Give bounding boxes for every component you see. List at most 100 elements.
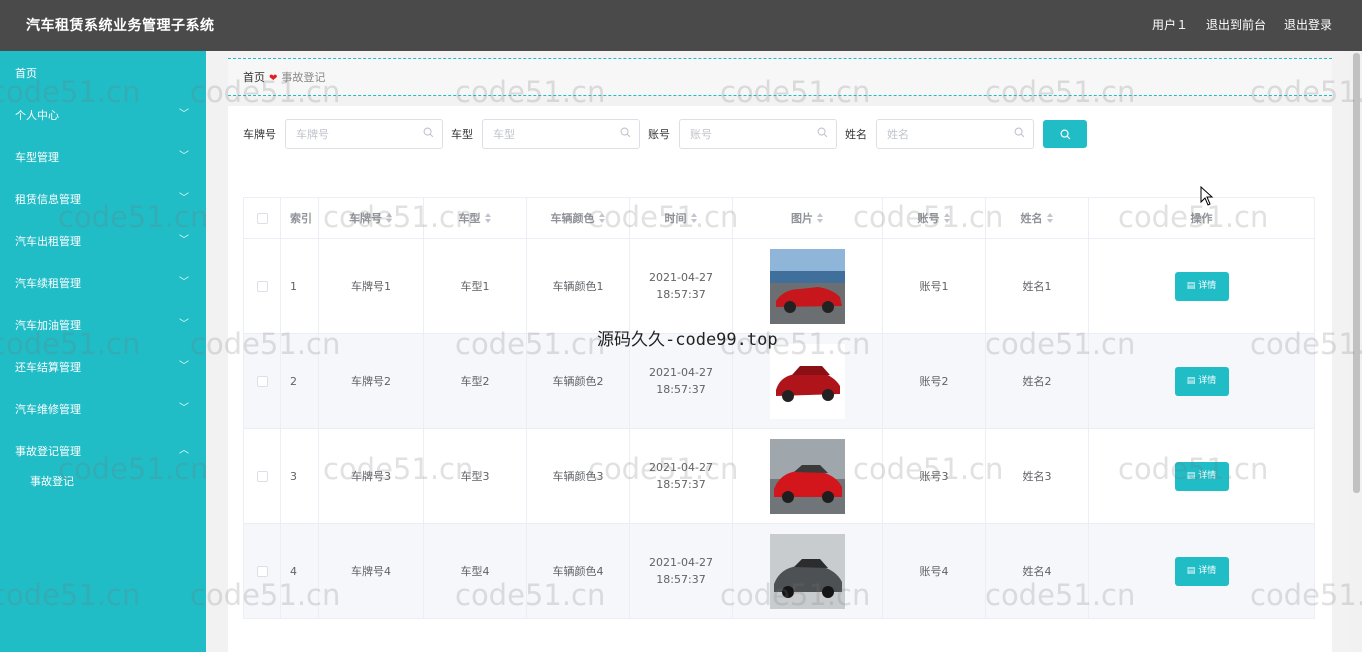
breadcrumb-current: 事故登记 xyxy=(281,71,326,84)
row-account: 账号3 xyxy=(883,429,986,523)
sidebar-item-repair[interactable]: 汽车维修管理 ﹀ xyxy=(0,387,206,429)
search-button[interactable] xyxy=(1043,120,1087,148)
sidebar-item-home[interactable]: 首页 xyxy=(0,51,206,93)
sort-icon[interactable] xyxy=(484,213,492,223)
document-icon: ▤ xyxy=(1186,470,1196,481)
row-type: 车型4 xyxy=(424,524,527,618)
header-color[interactable]: 车辆颜色 xyxy=(527,198,630,238)
row-account: 账号4 xyxy=(883,524,986,618)
row-checkbox[interactable] xyxy=(256,470,268,482)
account-search-field xyxy=(679,119,837,149)
row-name: 姓名3 xyxy=(986,429,1089,523)
sidebar-item-label: 租赁信息管理 xyxy=(15,193,81,206)
scrollbar-thumb[interactable] xyxy=(1353,53,1360,493)
row-color: 车辆颜色1 xyxy=(527,239,630,333)
sidebar-item-label: 首页 xyxy=(15,67,37,80)
sidebar-item-personal-center[interactable]: 个人中心 ﹀ xyxy=(0,93,206,135)
name-search-input[interactable] xyxy=(877,120,1007,148)
sidebar-item-label: 个人中心 xyxy=(15,109,59,122)
row-name: 姓名4 xyxy=(986,524,1089,618)
sort-icon[interactable] xyxy=(943,213,951,223)
search-bar: 车牌号 车型 账号 姓名 xyxy=(243,119,1087,149)
sidebar: 首页 个人中心 ﹀ 车型管理 ﹀ 租赁信息管理 ﹀ 汽车出租管理 ﹀ 汽车续租管… xyxy=(0,51,206,652)
row-color: 车辆颜色4 xyxy=(527,524,630,618)
search-label-plate: 车牌号 xyxy=(243,128,276,141)
top-bar: 汽车租赁系统业务管理子系统 用户１ 退出到前台 退出登录 xyxy=(0,0,1362,51)
row-checkbox[interactable] xyxy=(256,280,268,292)
header-label: 车型 xyxy=(458,211,481,225)
detail-button[interactable]: ▤ 详情 xyxy=(1174,461,1229,491)
sidebar-item-label: 车型管理 xyxy=(15,151,59,164)
header-index: 索引 xyxy=(281,198,319,238)
back-to-frontend-link[interactable]: 退出到前台 xyxy=(1206,16,1266,33)
detail-button[interactable]: ▤ 详情 xyxy=(1174,556,1229,586)
table-row: 4 车牌号4 车型4 车辆颜色4 2021-04-27 18:57:37 账号4… xyxy=(244,524,1315,619)
plate-search-input[interactable] xyxy=(286,120,416,148)
header-name[interactable]: 姓名 xyxy=(986,198,1089,238)
page-scrollbar[interactable] xyxy=(1351,51,1362,652)
row-image-cell xyxy=(733,429,883,523)
header-label: 账号 xyxy=(917,211,940,225)
header-image[interactable]: 图片 xyxy=(733,198,883,238)
document-icon: ▤ xyxy=(1186,375,1196,386)
sort-icon[interactable] xyxy=(690,213,698,223)
chevron-up-icon: ︿ xyxy=(179,445,189,456)
row-image-cell xyxy=(733,239,883,333)
row-image-cell xyxy=(733,524,883,618)
row-type: 车型3 xyxy=(424,429,527,523)
sort-icon[interactable] xyxy=(817,213,824,223)
mouse-pointer-icon xyxy=(1200,186,1214,206)
sidebar-item-car-rental[interactable]: 汽车出租管理 ﹀ xyxy=(0,219,206,261)
sidebar-item-car-model[interactable]: 车型管理 ﹀ xyxy=(0,135,206,177)
search-icon xyxy=(423,127,434,138)
row-actions: ▤ 详情 xyxy=(1089,524,1315,618)
row-actions: ▤ 详情 xyxy=(1089,429,1315,523)
sort-icon[interactable] xyxy=(598,213,606,223)
sidebar-item-label: 汽车维修管理 xyxy=(15,403,81,416)
content-panel: 车牌号 车型 账号 姓名 xyxy=(228,106,1332,652)
row-time: 2021-04-27 18:57:37 xyxy=(630,429,733,523)
search-label-account: 账号 xyxy=(648,128,670,141)
row-name: 姓名2 xyxy=(986,334,1089,428)
header-label: 图片 xyxy=(791,211,813,225)
row-select-cell xyxy=(244,524,281,618)
header-account[interactable]: 账号 xyxy=(883,198,986,238)
table-header-row: 索引 车牌号 车型 车辆颜色 时间 图片 账号 姓名 操作 xyxy=(244,198,1315,239)
detail-button[interactable]: ▤ 详情 xyxy=(1174,366,1229,396)
chevron-down-icon: ﹀ xyxy=(179,193,189,204)
chevron-down-icon: ﹀ xyxy=(179,319,189,330)
breadcrumb-home[interactable]: 首页 xyxy=(243,71,265,84)
user-menu-link[interactable]: 用户１ xyxy=(1152,16,1188,33)
header-plate[interactable]: 车牌号 xyxy=(319,198,424,238)
row-index: 2 xyxy=(281,334,319,428)
sidebar-item-accident[interactable]: 事故登记管理 ︿ xyxy=(0,429,206,471)
chevron-down-icon: ﹀ xyxy=(179,151,189,162)
sidebar-item-rental-info[interactable]: 租赁信息管理 ﹀ xyxy=(0,177,206,219)
search-icon xyxy=(1060,129,1070,139)
document-icon: ▤ xyxy=(1186,565,1196,576)
logout-link[interactable]: 退出登录 xyxy=(1284,16,1332,33)
sidebar-subitem-accident-register[interactable]: 事故登记 xyxy=(0,471,206,501)
type-search-input[interactable] xyxy=(483,120,613,148)
car-photo-image xyxy=(770,533,845,609)
row-checkbox[interactable] xyxy=(256,375,268,387)
header-time[interactable]: 时间 xyxy=(630,198,733,238)
sidebar-item-rental-renewal[interactable]: 汽车续租管理 ﹀ xyxy=(0,261,206,303)
row-type: 车型1 xyxy=(424,239,527,333)
header-type[interactable]: 车型 xyxy=(424,198,527,238)
row-index: 1 xyxy=(281,239,319,333)
sort-icon[interactable] xyxy=(1046,213,1054,223)
select-all-checkbox[interactable] xyxy=(256,212,268,224)
search-icon xyxy=(1014,127,1025,138)
row-checkbox[interactable] xyxy=(256,565,268,577)
header-label: 时间 xyxy=(664,211,687,225)
sidebar-item-return-settlement[interactable]: 还车结算管理 ﹀ xyxy=(0,345,206,387)
sort-icon[interactable] xyxy=(386,213,393,223)
sidebar-item-refuel[interactable]: 汽车加油管理 ﹀ xyxy=(0,303,206,345)
car-photo-image xyxy=(770,438,845,514)
row-actions: ▤ 详情 xyxy=(1089,334,1315,428)
detail-button[interactable]: ▤ 详情 xyxy=(1174,271,1229,301)
account-search-input[interactable] xyxy=(680,120,810,148)
row-plate: 车牌号2 xyxy=(319,334,424,428)
sidebar-item-label: 汽车续租管理 xyxy=(15,277,81,290)
